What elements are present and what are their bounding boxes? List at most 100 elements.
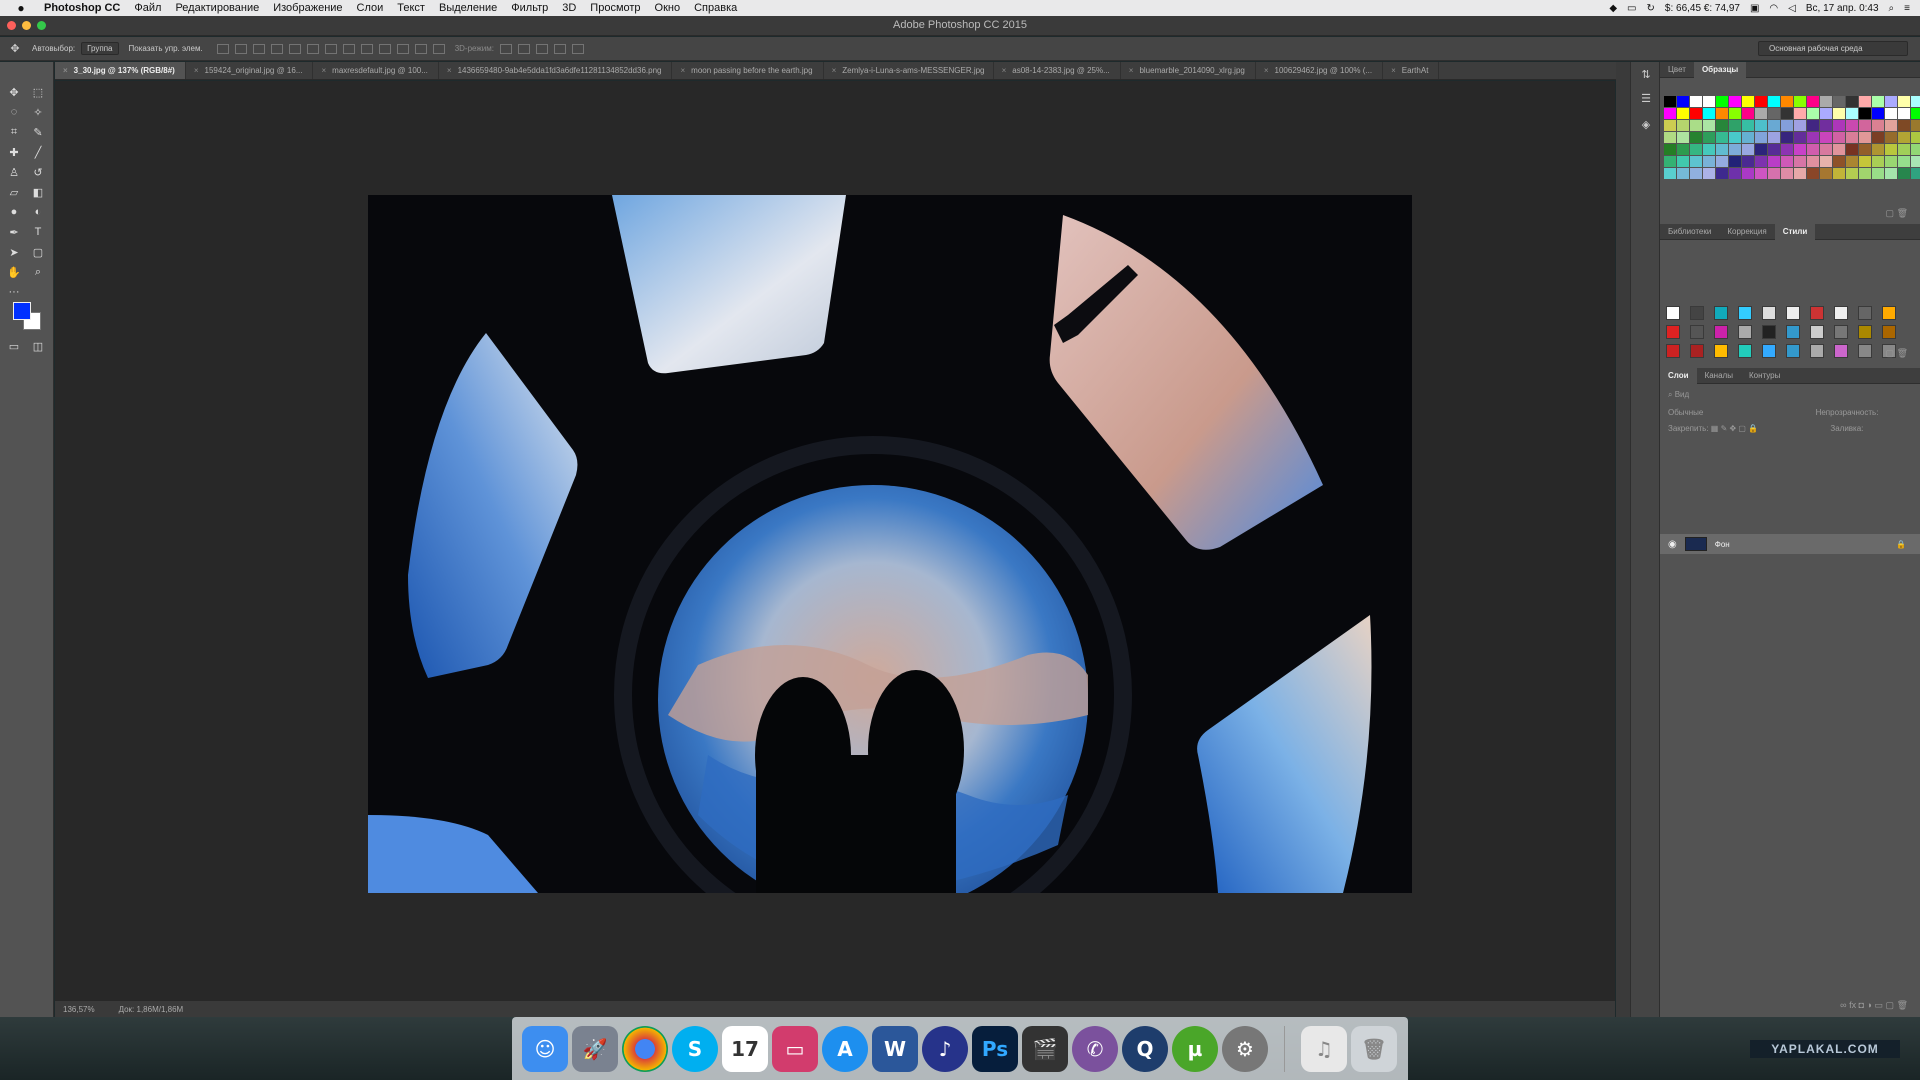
tab-document[interactable]: × 159424_original.jpg @ 16... bbox=[186, 62, 314, 79]
system-preferences-icon[interactable]: ⚙ bbox=[1222, 1025, 1268, 1072]
swatch[interactable] bbox=[1794, 144, 1806, 155]
delete-swatch-icon[interactable]: 🗑 bbox=[1897, 208, 1908, 218]
swatch[interactable] bbox=[1742, 156, 1754, 167]
swatch[interactable] bbox=[1885, 120, 1897, 131]
swatch[interactable] bbox=[1781, 108, 1793, 119]
swatch[interactable] bbox=[1716, 120, 1728, 131]
style-preset[interactable] bbox=[1762, 325, 1776, 339]
swatch[interactable] bbox=[1859, 120, 1871, 131]
distribute-bottom-icon[interactable] bbox=[360, 43, 373, 54]
move-tool-preset-icon[interactable]: ✥ bbox=[8, 42, 22, 56]
quick-mask-icon[interactable]: ▭ bbox=[6, 338, 22, 354]
autoselect-checkbox-label[interactable]: Автовыбор: bbox=[32, 44, 75, 53]
swatch[interactable] bbox=[1664, 168, 1676, 179]
wifi-icon[interactable]: ◠ bbox=[1769, 3, 1778, 14]
swatch[interactable] bbox=[1690, 156, 1702, 167]
swatch[interactable] bbox=[1794, 108, 1806, 119]
brush-tool-icon[interactable]: ╱ bbox=[30, 144, 46, 160]
swatch[interactable] bbox=[1807, 96, 1819, 107]
delete-style-icon[interactable]: 🗑 bbox=[1897, 348, 1908, 358]
menu-window[interactable]: Окно bbox=[655, 2, 681, 14]
swatch[interactable] bbox=[1664, 108, 1676, 119]
swatch[interactable] bbox=[1807, 144, 1819, 155]
layer-kind-filter[interactable]: ⌕ Вид bbox=[1660, 390, 1920, 400]
clone-stamp-tool-icon[interactable]: ♙ bbox=[6, 164, 22, 180]
launchpad-icon[interactable]: 🚀 bbox=[572, 1025, 618, 1072]
new-group-icon[interactable]: ▭ bbox=[1875, 1000, 1884, 1010]
swatch[interactable] bbox=[1859, 144, 1871, 155]
swatch[interactable] bbox=[1859, 96, 1871, 107]
close-tab-icon[interactable]: × bbox=[680, 66, 685, 79]
style-preset[interactable] bbox=[1762, 306, 1776, 320]
swatch[interactable] bbox=[1703, 156, 1715, 167]
swatch[interactable] bbox=[1742, 120, 1754, 131]
swatch[interactable] bbox=[1872, 168, 1884, 179]
calendar-icon[interactable]: 17 bbox=[722, 1025, 768, 1072]
style-preset[interactable] bbox=[1690, 306, 1704, 320]
swatch[interactable] bbox=[1716, 168, 1728, 179]
layer-style-icon[interactable]: fx bbox=[1849, 1000, 1856, 1010]
close-tab-icon[interactable]: × bbox=[1129, 66, 1134, 79]
swatch[interactable] bbox=[1820, 120, 1832, 131]
keynote-icon[interactable]: ▭ bbox=[772, 1025, 818, 1072]
swatch[interactable] bbox=[1690, 168, 1702, 179]
document-size-info[interactable]: Док: 1,86M/1,86M bbox=[119, 1005, 184, 1014]
distribute-left-icon[interactable] bbox=[378, 43, 391, 54]
skype-icon[interactable]: S bbox=[672, 1025, 718, 1072]
swatch[interactable] bbox=[1781, 144, 1793, 155]
swatch[interactable] bbox=[1807, 168, 1819, 179]
menu-edit[interactable]: Редактирование bbox=[175, 2, 259, 14]
3d-slide-icon[interactable] bbox=[553, 43, 566, 54]
swatch[interactable] bbox=[1677, 96, 1689, 107]
tab-document[interactable]: × maxresdefault.jpg @ 100... bbox=[313, 62, 439, 79]
adjustment-layer-icon[interactable]: ◑ bbox=[1867, 1000, 1872, 1010]
currency-readout[interactable]: $: 66,45 €: 74,97 bbox=[1665, 3, 1740, 14]
swatch[interactable] bbox=[1846, 132, 1858, 143]
swatch[interactable] bbox=[1781, 120, 1793, 131]
style-preset[interactable] bbox=[1786, 325, 1800, 339]
swatch[interactable] bbox=[1872, 156, 1884, 167]
swatch[interactable] bbox=[1729, 156, 1741, 167]
swatch[interactable] bbox=[1781, 156, 1793, 167]
swatch[interactable] bbox=[1898, 108, 1910, 119]
swatch[interactable] bbox=[1807, 132, 1819, 143]
swatch[interactable] bbox=[1885, 156, 1897, 167]
word-icon[interactable]: W bbox=[872, 1025, 918, 1072]
swatch[interactable] bbox=[1911, 132, 1920, 143]
style-preset[interactable] bbox=[1738, 306, 1752, 320]
gradient-tool-icon[interactable]: ◧ bbox=[30, 184, 46, 200]
swatch[interactable] bbox=[1794, 96, 1806, 107]
tab-document[interactable]: × EarthAt bbox=[1383, 62, 1440, 79]
swatch[interactable] bbox=[1677, 120, 1689, 131]
swatch[interactable] bbox=[1911, 108, 1920, 119]
tab-channels[interactable]: Каналы bbox=[1697, 371, 1741, 380]
swatch[interactable] bbox=[1885, 108, 1897, 119]
menu-type[interactable]: Текст bbox=[397, 2, 425, 14]
swatch[interactable] bbox=[1820, 156, 1832, 167]
swatch[interactable] bbox=[1755, 168, 1767, 179]
lock-icons[interactable]: ▦ ✎ ✥ ▢ 🔒 bbox=[1711, 424, 1758, 433]
tab-document-active[interactable]: × 3_30.jpg @ 137% (RGB/8#) bbox=[55, 62, 186, 79]
swatch[interactable] bbox=[1755, 108, 1767, 119]
swatch[interactable] bbox=[1820, 168, 1832, 179]
swatch[interactable] bbox=[1768, 120, 1780, 131]
trash-icon[interactable]: 🗑 bbox=[1351, 1025, 1397, 1072]
swatch[interactable] bbox=[1768, 108, 1780, 119]
zoom-tool-icon[interactable]: ⌕ bbox=[30, 264, 46, 280]
swatch[interactable] bbox=[1690, 132, 1702, 143]
swatch[interactable] bbox=[1820, 108, 1832, 119]
swatch[interactable] bbox=[1729, 120, 1741, 131]
tab-paths[interactable]: Контуры bbox=[1741, 371, 1788, 380]
volume-icon[interactable]: ◁ bbox=[1788, 3, 1796, 14]
swatch[interactable] bbox=[1846, 156, 1858, 167]
layer-row[interactable]: ◉ Фон 🔒 bbox=[1660, 534, 1920, 554]
document-canvas-area[interactable] bbox=[55, 81, 1615, 1001]
delete-layer-icon[interactable]: 🗑 bbox=[1897, 1000, 1908, 1010]
swatch[interactable] bbox=[1859, 168, 1871, 179]
swatch[interactable] bbox=[1833, 108, 1845, 119]
close-tab-icon[interactable]: × bbox=[194, 66, 199, 79]
style-preset[interactable] bbox=[1786, 306, 1800, 320]
add-mask-icon[interactable]: ◘ bbox=[1859, 1000, 1864, 1010]
new-layer-icon[interactable]: ▢ bbox=[1886, 1000, 1895, 1010]
swatch[interactable] bbox=[1677, 168, 1689, 179]
